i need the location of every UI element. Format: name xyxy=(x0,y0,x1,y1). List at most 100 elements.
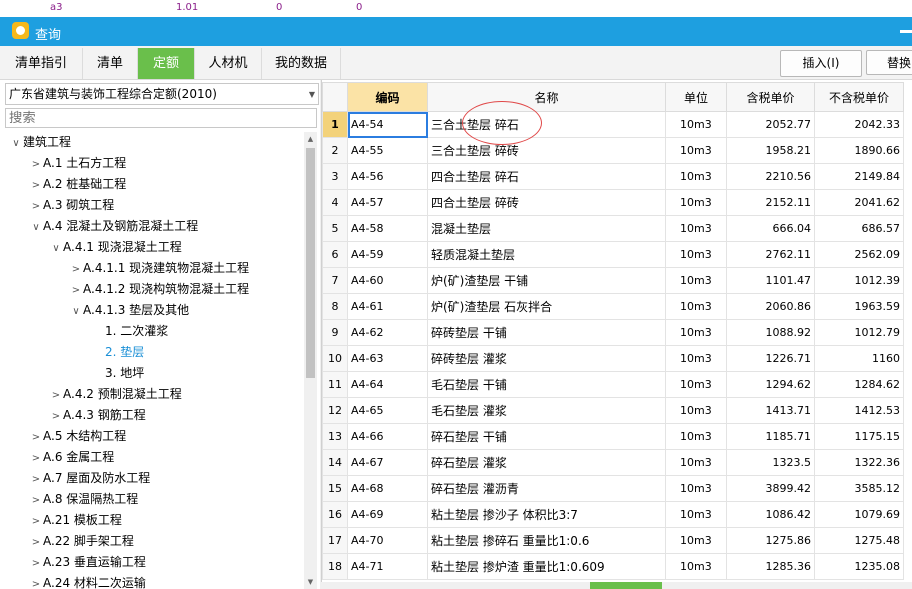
unit-cell[interactable]: 10m3 xyxy=(665,111,727,138)
unit-cell[interactable]: 10m3 xyxy=(665,345,727,372)
chevron-right-icon[interactable]: > xyxy=(29,490,43,511)
chevron-right-icon[interactable]: > xyxy=(29,154,43,175)
chevron-right-icon[interactable]: > xyxy=(69,259,83,280)
table-row[interactable]: 12 A4-65 毛石垫层 灌浆 10m3 1413.71 1412.53 xyxy=(322,397,904,424)
name-cell[interactable]: 粘土垫层 掺炉渣 重量比1:0.609 xyxy=(427,553,666,580)
chevron-right-icon[interactable]: > xyxy=(49,406,63,427)
table-row[interactable]: 14 A4-67 碎石垫层 灌浆 10m3 1323.5 1322.36 xyxy=(322,449,904,476)
price-notax-cell[interactable]: 3585.12 xyxy=(814,475,904,502)
chevron-right-icon[interactable]: > xyxy=(29,511,43,532)
price-tax-cell[interactable]: 1958.21 xyxy=(726,137,815,164)
tree-node[interactable]: > A.4.2 预制混凝土工程 xyxy=(49,384,182,405)
tree-node[interactable]: > A.24 材料二次运输 xyxy=(29,573,146,589)
insert-button[interactable]: 插入(I) xyxy=(780,50,862,77)
code-column-header[interactable]: 编码 xyxy=(347,82,428,112)
unit-cell[interactable]: 10m3 xyxy=(665,501,727,528)
name-cell[interactable]: 炉(矿)渣垫层 干铺 xyxy=(427,267,666,294)
tree-node[interactable]: 1. 二次灌浆 xyxy=(105,321,168,342)
tree-node[interactable]: 3. 地坪 xyxy=(105,363,144,384)
code-cell[interactable]: A4-54 xyxy=(347,111,428,138)
price-tax-cell[interactable]: 1088.92 xyxy=(726,319,815,346)
table-row[interactable]: 10 A4-63 碎砖垫层 灌浆 10m3 1226.71 1160 xyxy=(322,345,904,372)
name-cell[interactable]: 碎砖垫层 干铺 xyxy=(427,319,666,346)
scrollbar-thumb[interactable] xyxy=(306,148,315,378)
name-cell[interactable]: 粘土垫层 掺碎石 重量比1:0.6 xyxy=(427,527,666,554)
code-cell[interactable]: A4-59 xyxy=(347,241,428,268)
code-cell[interactable]: A4-64 xyxy=(347,371,428,398)
tree-node[interactable]: > A.2 桩基础工程 xyxy=(29,174,126,195)
chevron-right-icon[interactable]: > xyxy=(49,385,63,406)
price-notax-cell[interactable]: 1175.15 xyxy=(814,423,904,450)
chevron-down-icon[interactable]: ∨ xyxy=(49,238,63,259)
tree-node[interactable]: > A.4.3 钢筋工程 xyxy=(49,405,146,426)
chevron-down-icon[interactable]: ∨ xyxy=(69,301,83,322)
price-tax-cell[interactable]: 1413.71 xyxy=(726,397,815,424)
code-cell[interactable]: A4-71 xyxy=(347,553,428,580)
price-notax-cell[interactable]: 2042.33 xyxy=(814,111,904,138)
table-row[interactable]: 1 A4-54 三合土垫层 碎石 10m3 2052.77 2042.33 xyxy=(322,111,904,138)
code-cell[interactable]: A4-65 xyxy=(347,397,428,424)
quota-library-select[interactable]: 广东省建筑与装饰工程综合定额(2010) ▼ xyxy=(5,83,319,105)
name-cell[interactable]: 毛石垫层 干铺 xyxy=(427,371,666,398)
chevron-right-icon[interactable]: > xyxy=(29,448,43,469)
code-cell[interactable]: A4-61 xyxy=(347,293,428,320)
tree-node[interactable]: ∨ A.4.1 现浇混凝土工程 xyxy=(49,237,181,259)
unit-cell[interactable]: 10m3 xyxy=(665,241,727,268)
tree-node[interactable]: > A.3 砌筑工程 xyxy=(29,195,114,216)
price-notax-column-header[interactable]: 不含税单价 xyxy=(814,82,904,112)
price-tax-cell[interactable]: 2060.86 xyxy=(726,293,815,320)
tree-node[interactable]: ∨ 建筑工程 xyxy=(9,132,71,153)
unit-cell[interactable]: 10m3 xyxy=(665,137,727,164)
tree-node[interactable]: > A.22 脚手架工程 xyxy=(29,531,134,552)
price-tax-cell[interactable]: 1285.36 xyxy=(726,553,815,580)
tree-node[interactable]: > A.7 屋面及防水工程 xyxy=(29,468,150,489)
code-cell[interactable]: A4-62 xyxy=(347,319,428,346)
table-row[interactable]: 8 A4-61 炉(矿)渣垫层 石灰拌合 10m3 2060.86 1963.5… xyxy=(322,293,904,320)
tab-quota[interactable]: 定额 xyxy=(138,48,195,79)
tree-scrollbar[interactable]: ▲ ▼ xyxy=(304,132,317,589)
price-notax-cell[interactable]: 1963.59 xyxy=(814,293,904,320)
name-cell[interactable]: 炉(矿)渣垫层 石灰拌合 xyxy=(427,293,666,320)
name-column-header[interactable]: 名称 xyxy=(427,82,666,112)
unit-cell[interactable]: 10m3 xyxy=(665,319,727,346)
tree-node-selected[interactable]: 2. 垫层 xyxy=(105,342,144,363)
price-tax-cell[interactable]: 1275.86 xyxy=(726,527,815,554)
name-cell[interactable]: 三合土垫层 碎砖 xyxy=(427,137,666,164)
scroll-up-icon[interactable]: ▲ xyxy=(304,132,317,146)
price-notax-cell[interactable]: 2149.84 xyxy=(814,163,904,190)
table-row[interactable]: 4 A4-57 四合土垫层 碎砖 10m3 2152.11 2041.62 xyxy=(322,189,904,216)
tree-node[interactable]: ∨ A.4.1.3 垫层及其他 xyxy=(69,300,189,321)
tree-node[interactable]: ∨ A.4 混凝土及钢筋混凝土工程 xyxy=(29,216,198,237)
tree-node[interactable]: > A.8 保温隔热工程 xyxy=(29,489,138,510)
unit-column-header[interactable]: 单位 xyxy=(665,82,727,112)
price-notax-cell[interactable]: 1890.66 xyxy=(814,137,904,164)
unit-cell[interactable]: 10m3 xyxy=(665,397,727,424)
tab-bill-guide[interactable]: 清单指引 xyxy=(0,48,83,79)
price-tax-cell[interactable]: 2152.11 xyxy=(726,189,815,216)
code-cell[interactable]: A4-60 xyxy=(347,267,428,294)
chevron-right-icon[interactable]: > xyxy=(29,469,43,490)
table-row[interactable]: 7 A4-60 炉(矿)渣垫层 干铺 10m3 1101.47 1012.39 xyxy=(322,267,904,294)
chevron-right-icon[interactable]: > xyxy=(29,196,43,217)
scroll-down-icon[interactable]: ▼ xyxy=(304,575,317,589)
name-cell[interactable]: 四合土垫层 碎石 xyxy=(427,163,666,190)
tree-node[interactable]: > A.5 木结构工程 xyxy=(29,426,126,447)
chevron-right-icon[interactable]: > xyxy=(29,574,43,589)
code-cell[interactable]: A4-66 xyxy=(347,423,428,450)
tree-node[interactable]: > A.23 垂直运输工程 xyxy=(29,552,146,573)
price-notax-cell[interactable]: 1322.36 xyxy=(814,449,904,476)
table-row[interactable]: 15 A4-68 碎石垫层 灌沥青 10m3 3899.42 3585.12 xyxy=(322,475,904,502)
name-cell[interactable]: 四合土垫层 碎砖 xyxy=(427,189,666,216)
unit-cell[interactable]: 10m3 xyxy=(665,527,727,554)
chevron-down-icon[interactable]: ∨ xyxy=(9,133,23,154)
unit-cell[interactable]: 10m3 xyxy=(665,163,727,190)
price-notax-cell[interactable]: 1284.62 xyxy=(814,371,904,398)
search-input[interactable] xyxy=(5,108,317,128)
name-cell[interactable]: 碎砖垫层 灌浆 xyxy=(427,345,666,372)
grid-horizontal-scrollbar[interactable] xyxy=(321,582,912,589)
unit-cell[interactable]: 10m3 xyxy=(665,267,727,294)
table-row[interactable]: 6 A4-59 轻质混凝土垫层 10m3 2762.11 2562.09 xyxy=(322,241,904,268)
price-tax-cell[interactable]: 1101.47 xyxy=(726,267,815,294)
code-cell[interactable]: A4-67 xyxy=(347,449,428,476)
price-tax-cell[interactable]: 1185.71 xyxy=(726,423,815,450)
